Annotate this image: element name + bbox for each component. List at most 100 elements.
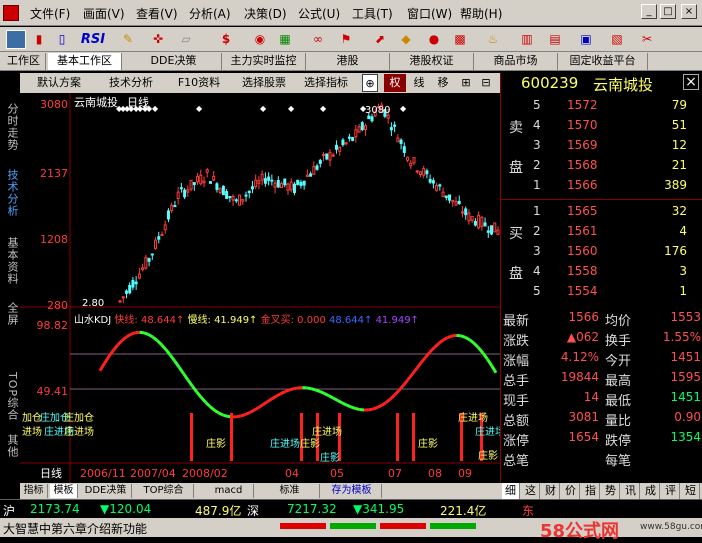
warning-icon[interactable]: ◆ xyxy=(396,30,416,49)
order-row[interactable]: 1156532 xyxy=(501,201,702,221)
menu-tools[interactable]: 工具(T) xyxy=(352,5,393,22)
candle-body xyxy=(474,221,476,225)
side-tab-top[interactable]: TOP综合 xyxy=(2,367,18,427)
tab-hk-stocks[interactable]: 港股 xyxy=(306,53,390,70)
rsi-icon[interactable]: RSI xyxy=(76,30,110,49)
line-toggle[interactable]: 线 xyxy=(408,74,430,92)
candle-body xyxy=(339,147,341,151)
side-tab-minute[interactable]: 分时走势 xyxy=(2,97,18,157)
screen-icon[interactable] xyxy=(6,30,26,49)
grid-icon[interactable]: ▦ xyxy=(275,30,295,49)
tab-save-template[interactable]: 存为模板 xyxy=(322,484,382,498)
candle-body xyxy=(468,213,470,221)
tab-dde-decision[interactable]: DDE决策 xyxy=(80,484,132,498)
ball-icon[interactable]: ● xyxy=(424,30,444,49)
menu-view[interactable]: 画面(V) xyxy=(83,5,125,22)
detail-tab[interactable]: 短 xyxy=(682,483,700,499)
order-row[interactable]: 11566389 xyxy=(501,175,702,195)
tab-fixed-income[interactable]: 固定收益平台 xyxy=(558,53,648,70)
stat-value: ▲062 xyxy=(567,330,599,344)
detail-tab[interactable]: 这 xyxy=(522,483,540,499)
next-icon[interactable]: ⊟ xyxy=(478,74,494,92)
tech-analysis-button[interactable]: 技术分析 xyxy=(98,74,164,92)
candle-body xyxy=(287,184,289,190)
menu-decision[interactable]: 决策(D) xyxy=(244,5,287,22)
trend-icon[interactable]: ⬈ xyxy=(370,30,390,49)
binocular-icon[interactable]: ∞ xyxy=(308,30,328,49)
ruler-icon[interactable]: ▱ xyxy=(176,30,196,49)
books-icon[interactable]: ▤ xyxy=(545,30,565,49)
menu-analysis[interactable]: 分析(A) xyxy=(189,5,231,22)
crosshair-icon[interactable]: ✜ xyxy=(148,30,168,49)
chart-area[interactable]: ◆◆◆◆◆◆◆◆◆◆◆◆◆◆◆ 日线2006/112007/042008/020… xyxy=(20,93,500,483)
menu-window[interactable]: 窗口(W) xyxy=(407,5,452,22)
minimize-button[interactable]: _ xyxy=(641,4,657,19)
detail-tab[interactable]: 细 xyxy=(502,483,520,499)
order-row[interactable]: 515541 xyxy=(501,281,702,301)
dollar-icon[interactable]: $ xyxy=(216,30,236,49)
detail-tab[interactable]: 评 xyxy=(662,483,680,499)
tab-workspace[interactable]: 工作区 xyxy=(2,53,46,70)
tab-standard[interactable]: 标准 xyxy=(260,484,320,498)
candle-icon[interactable]: ▯ xyxy=(52,30,72,49)
tab-main-monitor[interactable]: 主力实时监控 xyxy=(222,53,306,70)
order-row[interactable]: 卖4157051 xyxy=(501,115,702,135)
y-label-top: 3080 xyxy=(20,98,68,111)
flag-icon[interactable]: ⚑ xyxy=(336,30,356,49)
detail-tab[interactable]: 势 xyxy=(602,483,620,499)
grid2-icon[interactable]: ▩ xyxy=(450,30,470,49)
tab-indicator[interactable]: 指标 xyxy=(20,484,48,498)
draw-icon[interactable]: ✎ xyxy=(118,30,138,49)
order-row[interactable]: 盘415583 xyxy=(501,261,702,281)
candle-body xyxy=(342,140,344,144)
detail-tab[interactable]: 指 xyxy=(582,483,600,499)
kdj-line xyxy=(426,352,430,357)
right-toggle[interactable]: 权 xyxy=(384,74,406,92)
menu-help[interactable]: 帮助(H) xyxy=(460,5,502,22)
detail-tab[interactable]: 财 xyxy=(542,483,560,499)
tab-commodities[interactable]: 商品市场 xyxy=(474,53,558,70)
select-stock-button[interactable]: 选择股票 xyxy=(234,74,294,92)
prev-icon[interactable]: ⊞ xyxy=(458,74,474,92)
maximize-button[interactable]: □ xyxy=(660,4,676,19)
tab-top-composite[interactable]: TOP综合 xyxy=(134,484,194,498)
side-tab-technical[interactable]: 技术分析 xyxy=(2,163,18,223)
menu-file[interactable]: 文件(F) xyxy=(30,5,70,22)
tab-template[interactable]: 模板 xyxy=(50,484,78,498)
chart-icon[interactable]: ▧ xyxy=(607,30,627,49)
move-toggle[interactable]: 移 xyxy=(432,74,454,92)
tab-basic-workspace[interactable]: 基本工作区 xyxy=(48,53,122,70)
menu-look[interactable]: 查看(V) xyxy=(136,5,178,22)
detail-tab[interactable]: 价 xyxy=(562,483,580,499)
tab-macd[interactable]: macd xyxy=(204,484,254,498)
low-label: 2.80 xyxy=(82,298,104,309)
book-icon[interactable]: ▥ xyxy=(517,30,537,49)
bank-icon[interactable]: ◉ xyxy=(250,30,270,49)
f10-button[interactable]: F10资料 xyxy=(168,74,230,92)
detail-tab[interactable]: 讯 xyxy=(622,483,640,499)
order-row[interactable]: 盘2156821 xyxy=(501,155,702,175)
menu-formula[interactable]: 公式(U) xyxy=(298,5,340,22)
sh-index: 2173.74 xyxy=(30,502,80,516)
tab-hk-warrants[interactable]: 港股权证 xyxy=(390,53,474,70)
close-button[interactable]: × xyxy=(681,4,697,19)
order-row[interactable]: 3156912 xyxy=(501,135,702,155)
kdj-line xyxy=(126,334,130,337)
tab-dde[interactable]: DDE决策 xyxy=(126,53,222,70)
zoom-icon[interactable]: ⊕ xyxy=(362,74,378,92)
order-row[interactable]: 5157279 xyxy=(501,95,702,115)
order-row[interactable]: 买215614 xyxy=(501,221,702,241)
close-quote-button[interactable]: × xyxy=(683,74,699,90)
order-row[interactable]: 31560176 xyxy=(501,241,702,261)
side-tab-fundamental[interactable]: 基本资料 xyxy=(2,231,18,291)
monitor-icon[interactable]: ▣ xyxy=(576,30,596,49)
kdj-line xyxy=(412,368,416,374)
default-scheme-button[interactable]: 默认方案 xyxy=(24,74,94,92)
side-tab-other[interactable]: 其他 xyxy=(2,431,18,461)
bar-chart-icon[interactable]: ▮ xyxy=(29,30,49,49)
detail-tab[interactable]: 成 xyxy=(642,483,660,499)
tools-icon[interactable]: ✂ xyxy=(637,30,657,49)
select-indicator-button[interactable]: 选择指标 xyxy=(296,74,356,92)
side-tab-fullscreen[interactable]: 全屏 xyxy=(2,299,18,329)
hook-icon[interactable]: ♨ xyxy=(483,30,503,49)
